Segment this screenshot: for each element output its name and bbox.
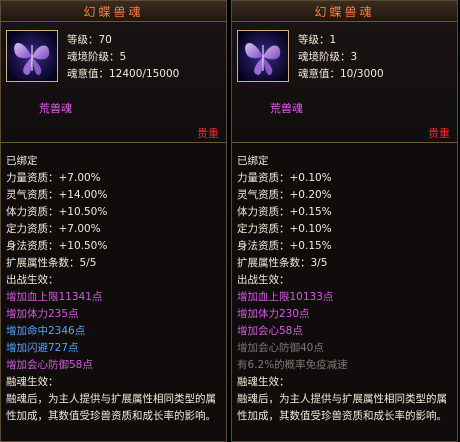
bound-status: 已绑定 [6,155,38,167]
rarity-label: 贵重 [197,127,219,140]
battle-effect-header: 出战生效： [237,274,290,286]
aptitude-line: 力量资质：+0.10% [237,172,332,184]
battle-effect-line: 增加会心防御40点 [237,342,324,354]
battle-effect-line: 增加会心防御58点 [6,359,93,371]
battle-effect-line: 增加体力230点 [237,308,310,320]
fusion-effect-header: 融魂生效： [6,376,59,388]
aptitude-line: 体力资质：+0.15% [237,206,332,218]
soul-value-text: 魂意值：10/3000 [298,68,384,80]
battle-effect-line: 增加会心58点 [237,325,303,337]
level-text: 等级：1 [298,34,337,46]
battle-effect-line: 增加闪避727点 [6,342,79,354]
item-header: 等级：1 魂境阶级：3 魂意值：10/3000 荒兽魂 贵重 [232,22,457,143]
soul-type-label: 荒兽魂 [270,102,303,115]
battle-effect-line: 有6.2%的概率免疫减速 [237,359,348,371]
soul-value-text: 魂意值：12400/15000 [67,68,180,80]
item-stats: 等级：1 魂境阶级：3 魂意值：10/3000 [298,32,384,83]
aptitude-line: 灵气资质：+0.20% [237,189,332,201]
fusion-description: 融魂后，为主人提供与扩展属性相同类型的属性加成，其数值受珍兽资质和成长率的影响。 [6,393,216,422]
level-text: 等级：70 [67,34,112,46]
butterfly-soul-icon [237,30,289,82]
aptitude-line: 力量资质：+7.00% [6,172,101,184]
item-tooltip-right: 幻蝶兽魂 等级：1 魂境阶级：3 魂意值：10/3000 荒兽魂 贵重 已绑定 … [231,0,458,442]
item-title: 幻蝶兽魂 [1,1,226,22]
battle-effect-line: 增加命中2346点 [6,325,86,337]
aptitude-line: 体力资质：+10.50% [6,206,108,218]
extension-count: 扩展属性条数：5/5 [6,257,97,269]
aptitude-line: 定力资质：+0.10% [237,223,332,235]
battle-effect-line: 增加体力235点 [6,308,79,320]
aptitude-line: 身法资质：+0.15% [237,240,332,252]
rarity-label: 贵重 [428,127,450,140]
aptitude-line: 身法资质：+10.50% [6,240,108,252]
fusion-effect-header: 融魂生效： [237,376,290,388]
butterfly-soul-icon [6,30,58,82]
item-tooltip-left: 幻蝶兽魂 等级：70 魂境阶级：5 魂意值：12400/15000 荒兽魂 贵重… [0,0,227,442]
bound-status: 已绑定 [237,155,269,167]
realm-text: 魂境阶级：3 [298,51,358,63]
battle-effect-line: 增加血上限11341点 [6,291,103,303]
battle-effect-line: 增加血上限10133点 [237,291,334,303]
item-header: 等级：70 魂境阶级：5 魂意值：12400/15000 荒兽魂 贵重 [1,22,226,143]
battle-effect-header: 出战生效： [6,274,59,286]
extension-count: 扩展属性条数：3/5 [237,257,328,269]
aptitude-line: 定力资质：+7.00% [6,223,101,235]
item-attributes: 已绑定 力量资质：+0.10% 灵气资质：+0.20% 体力资质：+0.15% … [232,143,457,441]
aptitude-line: 灵气资质：+14.00% [6,189,108,201]
item-title: 幻蝶兽魂 [232,1,457,22]
realm-text: 魂境阶级：5 [67,51,127,63]
item-stats: 等级：70 魂境阶级：5 魂意值：12400/15000 [67,32,179,83]
item-attributes: 已绑定 力量资质：+7.00% 灵气资质：+14.00% 体力资质：+10.50… [1,143,226,441]
soul-type-label: 荒兽魂 [39,102,72,115]
fusion-description: 融魂后，为主人提供与扩展属性相同类型的属性加成，其数值受珍兽资质和成长率的影响。 [237,393,447,422]
